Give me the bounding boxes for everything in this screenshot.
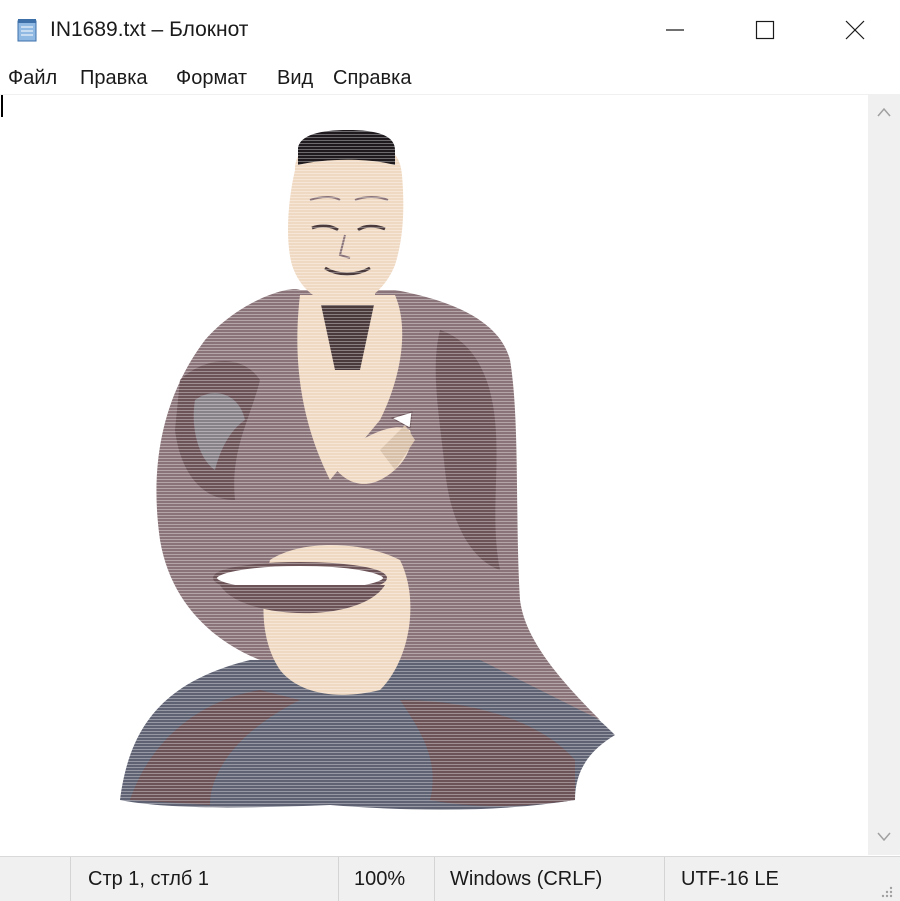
scroll-down-icon[interactable]	[877, 832, 891, 842]
menu-bar: Файл Правка Формат Вид Справка	[0, 62, 900, 95]
notepad-icon	[17, 19, 37, 42]
status-cursor-position: Стр 1, стлб 1	[88, 868, 210, 890]
window-title: IN1689.txt – Блокнот	[50, 18, 249, 41]
status-separator	[70, 857, 71, 901]
menu-format[interactable]: Формат	[176, 64, 247, 92]
close-button[interactable]	[810, 0, 900, 60]
minimize-icon	[666, 29, 684, 31]
vertical-scrollbar[interactable]	[868, 95, 900, 855]
maximize-button[interactable]	[720, 0, 810, 60]
maximize-icon	[755, 20, 775, 40]
minimize-button[interactable]	[630, 0, 720, 60]
ascii-art-seated-man	[110, 125, 630, 815]
status-encoding: UTF-16 LE	[681, 868, 779, 890]
menu-file[interactable]: Файл	[8, 64, 57, 92]
menu-edit[interactable]: Правка	[80, 64, 148, 92]
status-separator	[338, 857, 339, 901]
status-separator	[664, 857, 665, 901]
text-editor[interactable]	[0, 95, 868, 855]
menu-help[interactable]: Справка	[333, 64, 411, 92]
status-zoom: 100%	[354, 868, 406, 890]
status-bar: Стр 1, стлб 1 100% Windows (CRLF) UTF-16…	[0, 856, 900, 901]
scroll-up-icon[interactable]	[877, 107, 891, 117]
close-icon	[845, 20, 865, 40]
status-line-endings: Windows (CRLF)	[450, 868, 603, 890]
menu-view[interactable]: Вид	[277, 64, 313, 92]
title-bar[interactable]: IN1689.txt – Блокнот	[0, 0, 900, 60]
status-separator	[434, 857, 435, 901]
resize-grip-icon[interactable]	[880, 885, 894, 899]
